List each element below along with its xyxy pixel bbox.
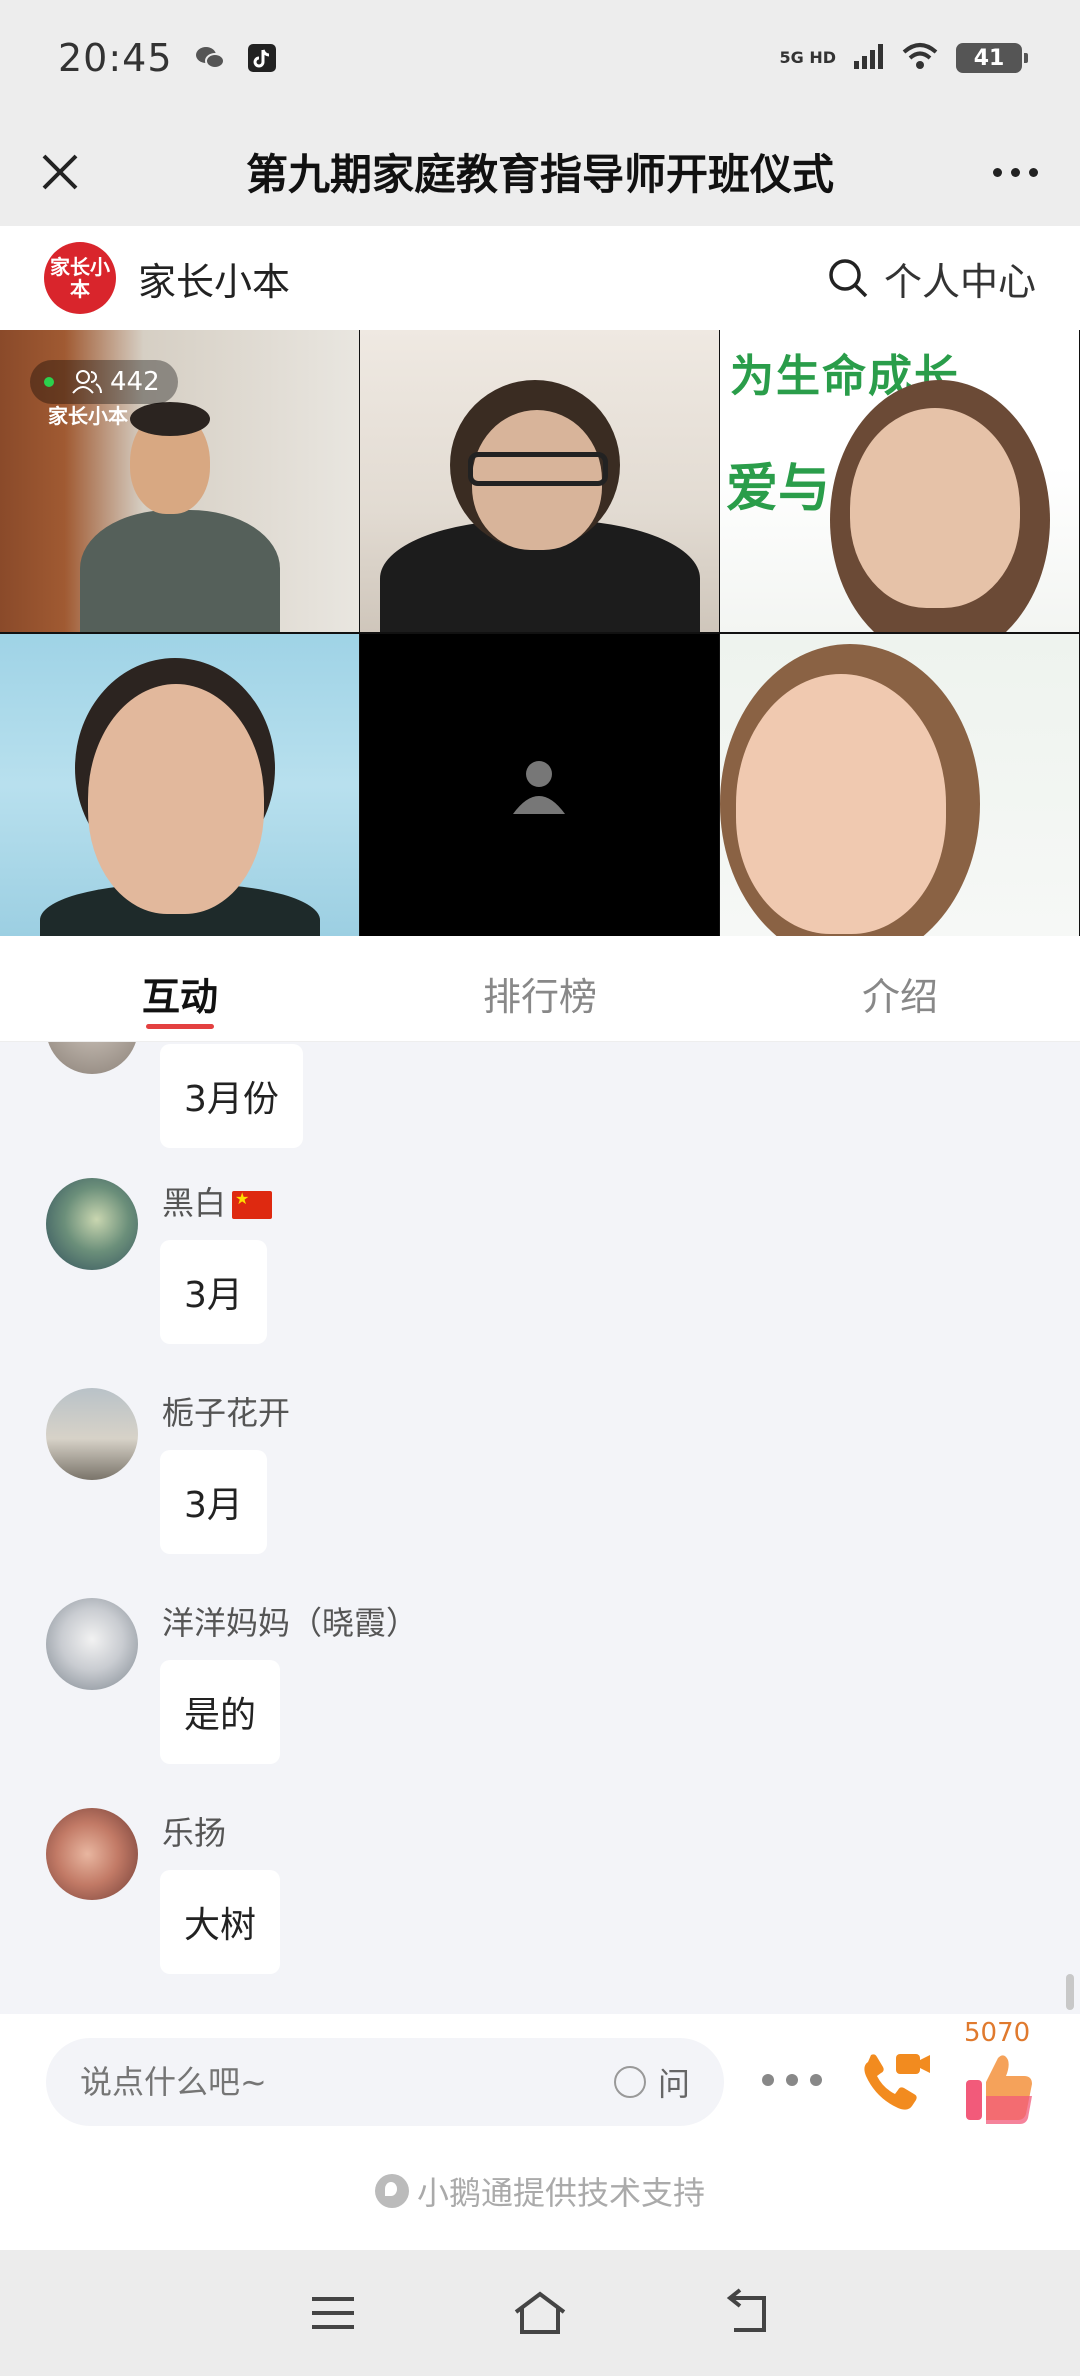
network-indicator: 5G HD — [779, 48, 836, 67]
video-call-icon[interactable] — [858, 2048, 934, 2118]
tab-label: 排行榜 — [482, 975, 597, 1019]
tab-bar: 互动 排行榜 介绍 — [0, 936, 1080, 1042]
banner-text-bottom: 爱与 — [726, 459, 831, 519]
tech-support-note: 小鹅通提供技术支持 — [0, 2168, 1080, 2214]
person-placeholder-icon — [513, 761, 565, 814]
video-tile-camera-off[interactable] — [360, 634, 719, 936]
search-icon[interactable] — [826, 256, 870, 300]
tab-label: 介绍 — [861, 975, 938, 1019]
more-options-button[interactable] — [980, 142, 1050, 202]
video-tile-host[interactable]: 442 家长小本 — [0, 330, 359, 632]
active-tab-indicator — [146, 1024, 214, 1029]
viewer-count-badge: 442 家长小本 — [30, 360, 178, 428]
status-time: 20:45 — [58, 36, 173, 80]
video-person — [80, 510, 280, 632]
message-bubble: 3月 — [160, 1450, 267, 1554]
user-avatar[interactable] — [46, 1388, 138, 1480]
brand-name[interactable]: 家长小本 — [138, 251, 290, 306]
input-area: 问 5070 小鹅通提供技术支持 — [0, 2014, 1080, 2250]
brand-header: 家长小本 家长小本 个人中心 — [0, 226, 1080, 330]
page-title: 第九期家庭教育指导师开班仪式 — [245, 149, 834, 199]
user-name: 黑白 — [162, 1178, 273, 1224]
tab-introduction[interactable]: 介绍 — [720, 936, 1080, 1041]
video-tile-participant-2[interactable] — [360, 330, 719, 632]
brand-logo[interactable]: 家长小本 — [44, 242, 116, 314]
menu-icon[interactable] — [301, 2281, 365, 2345]
wifi-icon — [902, 42, 938, 74]
signal-icon — [854, 43, 884, 73]
viewers-icon — [72, 370, 102, 394]
tab-label: 互动 — [141, 975, 218, 1019]
close-icon[interactable] — [30, 142, 90, 202]
message-bubble: 3月份 — [160, 1044, 303, 1148]
xiaoetong-logo-icon — [374, 2174, 409, 2208]
cn-flag-icon — [232, 1189, 273, 1219]
message-bubble: 3月 — [160, 1240, 267, 1344]
system-nav-bar — [0, 2250, 1080, 2376]
personal-center-link[interactable]: 个人中心 — [884, 251, 1036, 306]
tab-leaderboard[interactable]: 排行榜 — [360, 936, 720, 1041]
user-avatar[interactable] — [46, 1808, 138, 1900]
question-label[interactable]: 问 — [658, 2059, 690, 2105]
video-face — [850, 408, 1020, 608]
comment-box: 问 — [46, 2038, 724, 2126]
message-bubble: 是的 — [160, 1660, 281, 1764]
video-face — [736, 674, 946, 934]
home-icon[interactable] — [508, 2281, 572, 2345]
user-avatar[interactable] — [46, 1178, 138, 1270]
glasses — [468, 452, 608, 486]
user-avatar[interactable] — [46, 1042, 138, 1074]
support-text: 小鹅通提供技术支持 — [416, 2174, 705, 2212]
user-name: 乐扬 — [162, 1814, 227, 1852]
wechat-icon — [195, 43, 225, 73]
title-bar: 第九期家庭教育指导师开班仪式 — [0, 116, 1080, 226]
battery-indicator: 41 — [956, 43, 1028, 73]
user-name: 栀子花开 — [162, 1394, 291, 1432]
comment-input[interactable] — [80, 2063, 614, 2101]
viewer-count: 442 — [110, 367, 160, 397]
user-avatar[interactable] — [46, 1598, 138, 1690]
live-dot — [44, 377, 54, 387]
video-hair — [130, 402, 210, 436]
video-tile-participant-4[interactable] — [0, 634, 359, 936]
like-count: 5070 — [964, 2018, 1031, 2048]
video-grid: 442 家长小本 为生命成长 爱与 — [0, 330, 1080, 936]
more-actions-button[interactable] — [762, 2068, 822, 2092]
chat-scrollbar[interactable] — [1066, 1974, 1074, 2010]
back-icon[interactable] — [715, 2281, 779, 2345]
question-toggle[interactable] — [613, 2066, 646, 2098]
host-watermark: 家长小本 — [48, 404, 128, 428]
chat-list[interactable]: 3月份 黑白 3月 栀子花开 3月 洋洋妈妈（晓霞） 是的 乐扬 大树 — [0, 1042, 1080, 2014]
user-name: 洋洋妈妈（晓霞） — [162, 1604, 419, 1642]
message-bubble: 大树 — [160, 1870, 281, 1974]
video-face — [88, 684, 264, 914]
tab-interaction[interactable]: 互动 — [0, 936, 360, 1041]
like-icon[interactable] — [962, 2048, 1038, 2124]
status-bar: 20:45 5G HD 41 — [0, 0, 1080, 116]
tiktok-icon — [247, 43, 277, 73]
video-tile-participant-3[interactable]: 为生命成长 爱与 — [720, 330, 1079, 632]
video-tile-participant-6[interactable] — [720, 634, 1079, 936]
